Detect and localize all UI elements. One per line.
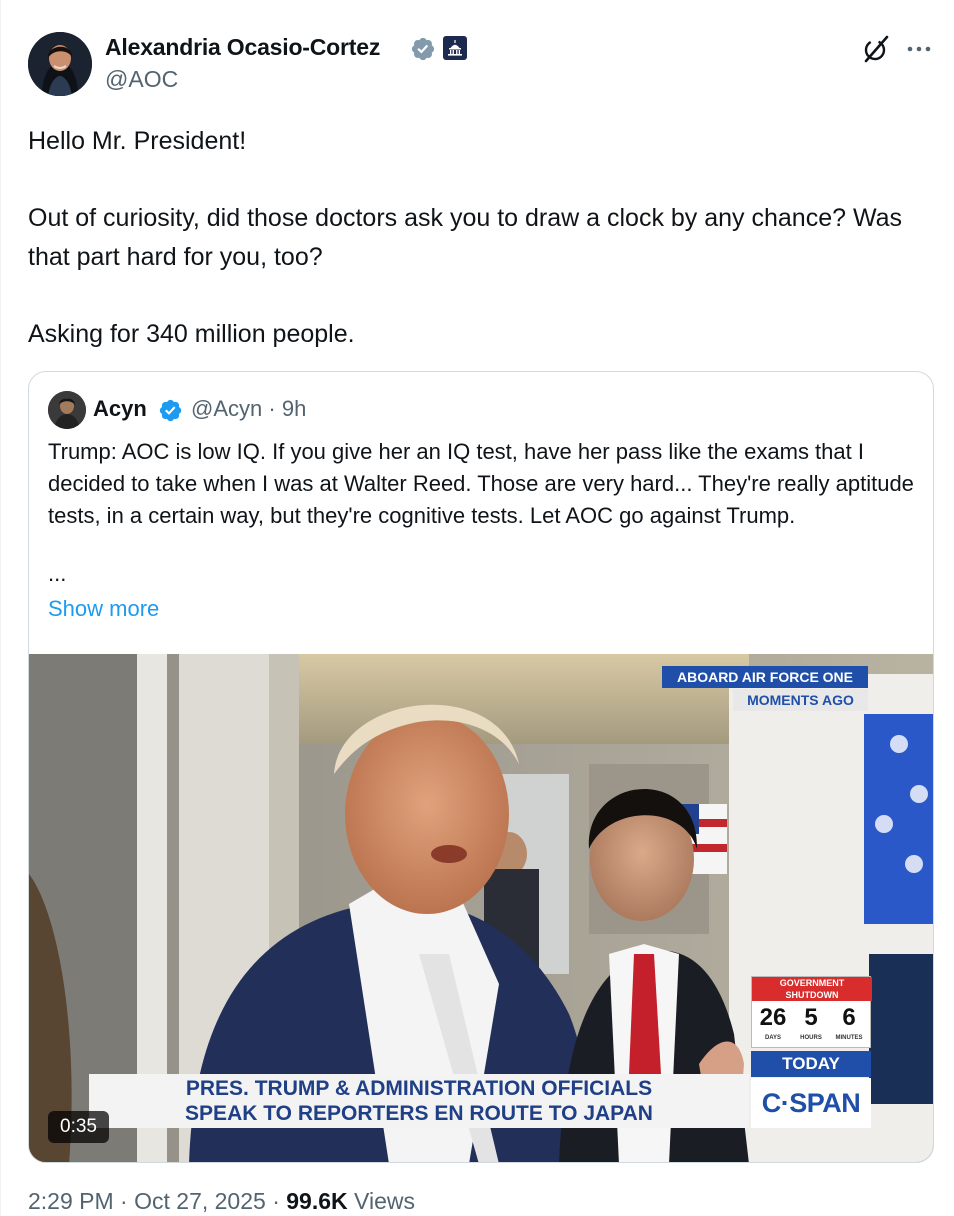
author-name[interactable]: Alexandria Ocasio-Cortez (105, 34, 380, 61)
shutdown-hours-label: HOURS (800, 1035, 822, 1041)
quoted-tweet-text: Trump: AOC is low IQ. If you give her an… (48, 439, 914, 528)
grok-icon[interactable] (860, 33, 892, 65)
chyron: PRES. TRUMP & ADMINISTRATION OFFICIALS S… (89, 1074, 749, 1128)
shutdown-days: 26 (759, 1004, 787, 1031)
quoted-author-avatar[interactable] (48, 391, 86, 429)
quoted-tweet-card[interactable]: Acyn @Acyn · 9h Trump: AOC is low IQ. If… (28, 371, 934, 1163)
post-time[interactable]: 2:29 PM (28, 1188, 114, 1214)
chyron-line2: SPEAK TO REPORTERS EN ROUTE TO JAPAN (185, 1102, 653, 1125)
time-tag: MOMENTS AGO (733, 689, 868, 711)
video-duration-badge: 0:35 (48, 1111, 109, 1143)
shutdown-title-line1: GOVERNMENT (752, 977, 872, 989)
location-tag: ABOARD AIR FORCE ONE (662, 666, 868, 688)
views-label: Views (354, 1188, 415, 1214)
tweet-meta: 2:29 PM · Oct 27, 2025 · 99.6K Views (28, 1188, 415, 1215)
quoted-timestamp[interactable]: 9h (282, 396, 306, 421)
video-player[interactable]: ABOARD AIR FORCE ONE MOMENTS AGO GOVERNM… (29, 654, 933, 1162)
verified-badge-icon[interactable] (410, 36, 436, 62)
today-tag: TODAY (751, 1051, 871, 1077)
views-count[interactable]: 99.6K (286, 1188, 347, 1214)
shutdown-counter: GOVERNMENT SHUTDOWN 26 5 6 DAYS HOURS MI… (751, 976, 872, 1048)
author-handle[interactable]: @AOC (105, 66, 178, 93)
verified-badge-icon[interactable] (158, 398, 183, 423)
chyron-line1: PRES. TRUMP & ADMINISTRATION OFFICIALS (185, 1077, 653, 1100)
post-date[interactable]: Oct 27, 2025 (134, 1188, 266, 1214)
shutdown-days-label: DAYS (764, 1035, 782, 1041)
show-more-link[interactable]: Show more (48, 596, 159, 622)
meta-separator: · (120, 1188, 128, 1214)
quoted-author-meta[interactable]: @Acyn · 9h (191, 396, 306, 422)
shutdown-minutes-label: MINUTES (835, 1035, 863, 1041)
left-border (0, 0, 1, 1216)
quoted-text-ellipsis: ... (48, 561, 67, 586)
more-dots-icon[interactable] (905, 38, 933, 60)
meta-separator: · (272, 1188, 280, 1214)
quoted-author-name[interactable]: Acyn (93, 396, 147, 422)
capitol-building-icon[interactable] (443, 36, 467, 60)
tweet-text: Hello Mr. President! Out of curiosity, d… (28, 127, 903, 348)
shutdown-hours: 5 (804, 1004, 818, 1031)
shutdown-minutes: 6 (842, 1004, 856, 1031)
author-avatar[interactable] (28, 32, 92, 96)
meta-separator: · (268, 396, 276, 421)
quoted-author-handle[interactable]: @Acyn (191, 396, 262, 421)
shutdown-title-line2: SHUTDOWN (752, 989, 872, 1001)
cspan-logo: C·SPAN (751, 1078, 871, 1128)
